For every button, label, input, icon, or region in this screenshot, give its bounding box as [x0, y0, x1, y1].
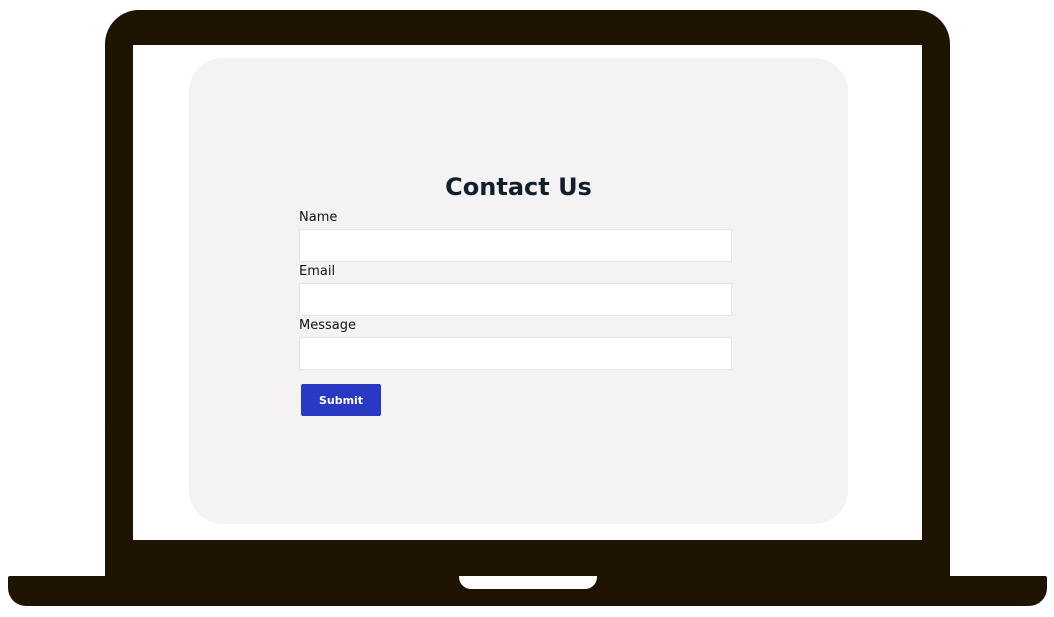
contact-form-title: Contact Us	[445, 173, 592, 201]
contact-form-card: Contact Us Name Email Message Submit	[189, 58, 848, 524]
submit-button[interactable]: Submit	[301, 384, 381, 416]
name-label: Name	[299, 210, 338, 225]
name-input[interactable]	[299, 229, 732, 262]
message-input[interactable]	[299, 337, 732, 370]
laptop-mockup-stage: Contact Us Name Email Message Submit	[0, 0, 1054, 617]
laptop-screen: Contact Us Name Email Message Submit	[133, 45, 922, 540]
message-label: Message	[299, 318, 356, 333]
laptop-base-notch	[459, 576, 597, 589]
email-label: Email	[299, 264, 336, 279]
email-input[interactable]	[299, 283, 732, 316]
